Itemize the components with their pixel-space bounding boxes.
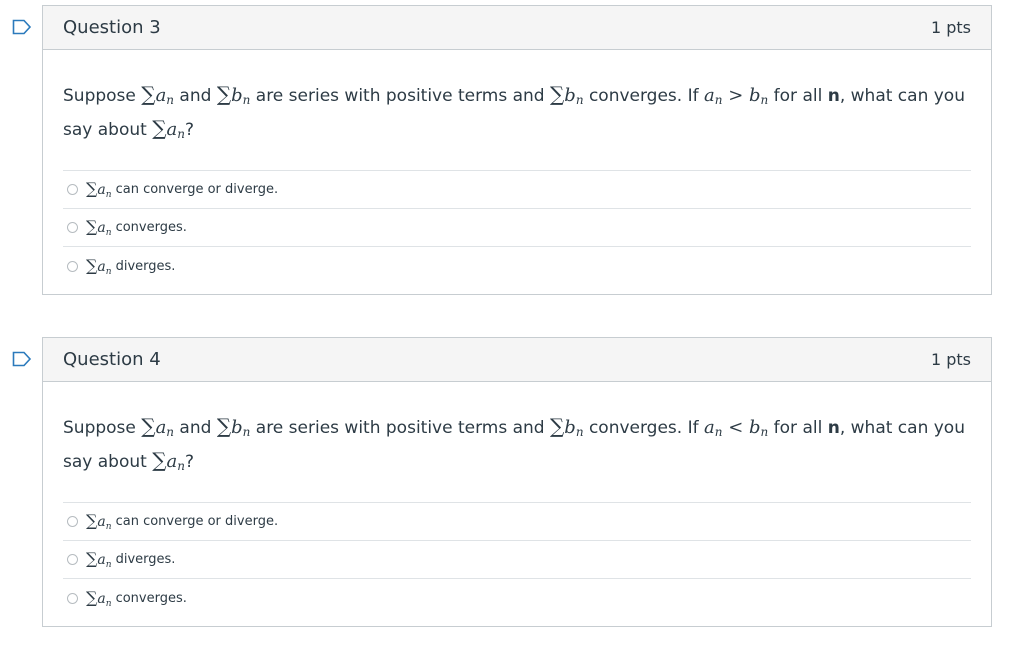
- answer-label: converges.: [115, 590, 187, 606]
- question-points: 1 pts: [930, 350, 971, 369]
- question-card: Question 4 1 pts Suppose ∑an and ∑bn are…: [42, 337, 992, 627]
- question-points: 1 pts: [930, 18, 971, 37]
- radio-button[interactable]: [67, 184, 78, 195]
- question-text: Suppose ∑an and ∑bn are series with posi…: [63, 82, 965, 141]
- answer-label: converges.: [115, 220, 187, 235]
- answer-option[interactable]: ∑an can converge or diverge.: [63, 171, 971, 209]
- radio-button[interactable]: [67, 516, 78, 527]
- radio-button[interactable]: [67, 554, 78, 565]
- flag-question-icon[interactable]: [12, 351, 32, 367]
- answer-list: ∑an can converge or diverge. ∑an diverge…: [63, 502, 971, 617]
- answer-label: diverges.: [115, 258, 176, 274]
- flag-question-icon[interactable]: [12, 19, 32, 35]
- answer-list: ∑an can converge or diverge. ∑an converg…: [63, 170, 971, 285]
- answer-label: can converge or diverge.: [115, 182, 279, 197]
- answer-option[interactable]: ∑an converges.: [63, 209, 971, 247]
- question-title: Question 4: [63, 349, 161, 370]
- answer-option[interactable]: ∑an converges.: [63, 579, 971, 617]
- question-card: Question 3 1 pts Suppose ∑an and ∑bn are…: [42, 5, 992, 295]
- answer-option[interactable]: ∑an diverges.: [63, 247, 971, 285]
- radio-button[interactable]: [67, 260, 78, 272]
- radio-button[interactable]: [67, 222, 78, 233]
- answer-option[interactable]: ∑an diverges.: [63, 541, 971, 579]
- answer-label: diverges.: [115, 552, 176, 567]
- question-header: Question 3 1 pts: [43, 6, 991, 50]
- question-text: Suppose ∑an and ∑bn are series with posi…: [63, 414, 965, 473]
- answer-option[interactable]: ∑an can converge or diverge.: [63, 503, 971, 541]
- question-header: Question 4 1 pts: [43, 338, 991, 382]
- answer-label: can converge or diverge.: [115, 514, 279, 529]
- radio-button[interactable]: [67, 592, 78, 604]
- question-title: Question 3: [63, 17, 161, 38]
